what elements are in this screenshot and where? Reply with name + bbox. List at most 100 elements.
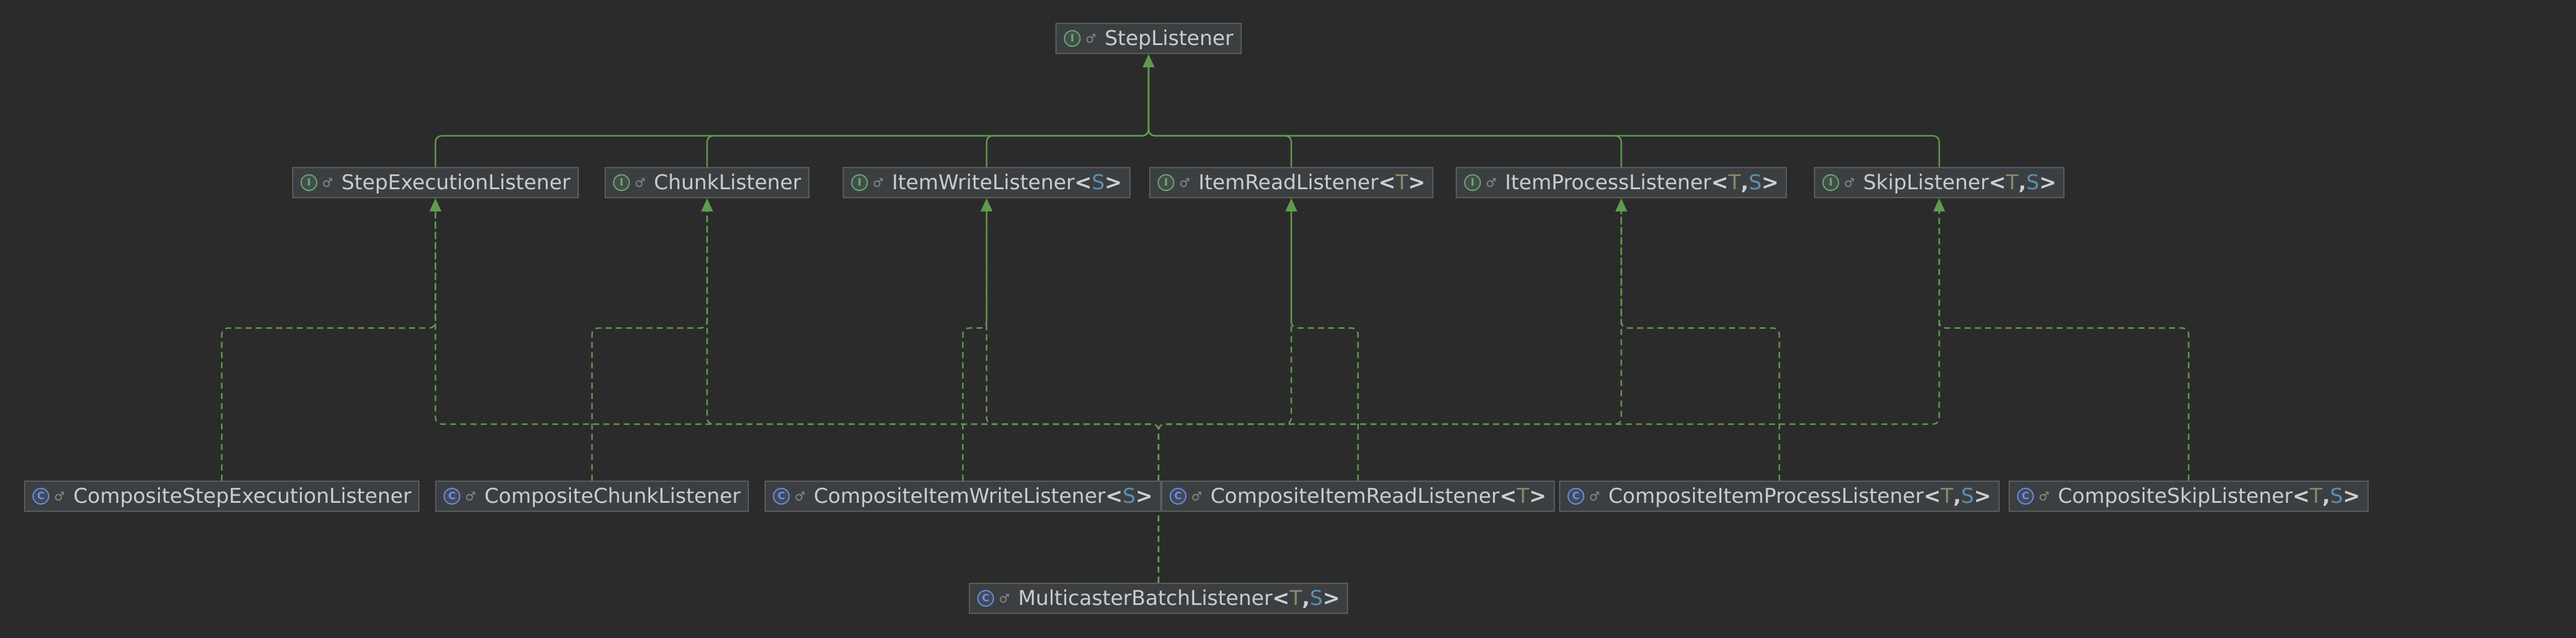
inheritance-arrowhead bbox=[1933, 198, 1946, 211]
node-item-read-listener[interactable]: I ♂ ItemReadListener < T > bbox=[1149, 167, 1434, 198]
node-item-process-listener[interactable]: I ♂ ItemProcessListener < T, S > bbox=[1456, 167, 1787, 198]
node-name: ChunkListener bbox=[653, 171, 801, 195]
edge-extends bbox=[1147, 67, 1622, 167]
type-param-open: < bbox=[1074, 171, 1092, 195]
node-chunk-listener[interactable]: I ♂ ChunkListener bbox=[605, 167, 810, 198]
type-param-separator: , bbox=[1302, 586, 1310, 610]
type-param: S bbox=[1091, 171, 1105, 195]
visibility-icon: ♂ bbox=[54, 489, 65, 503]
visibility-icon: ♂ bbox=[1085, 31, 1096, 46]
type-param-open: < bbox=[2292, 484, 2310, 508]
type-param-close: > bbox=[2343, 484, 2360, 508]
interface-badge-icon: I bbox=[1464, 174, 1481, 191]
node-multicaster-batch-listener[interactable]: C ♂ MulticasterBatchListener < T, S > bbox=[969, 583, 1349, 614]
node-name: ItemProcessListener bbox=[1504, 171, 1712, 195]
class-badge-icon: C bbox=[444, 488, 460, 505]
type-param-separator: , bbox=[1741, 171, 1749, 195]
node-name: MulticasterBatchListener bbox=[1018, 586, 1273, 610]
node-composite-chunk-listener[interactable]: C ♂ CompositeChunkListener bbox=[435, 481, 749, 512]
node-name: StepListener bbox=[1104, 26, 1234, 50]
interface-badge-icon: I bbox=[301, 174, 317, 191]
type-param: T bbox=[1289, 586, 1302, 610]
node-name: CompositeItemProcessListener bbox=[1608, 484, 1924, 508]
type-param-close: > bbox=[1135, 484, 1153, 508]
type-param-close: > bbox=[1322, 586, 1340, 610]
type-param: S bbox=[2026, 171, 2039, 195]
node-composite-step-execution-listener[interactable]: C ♂ CompositeStepExecutionListener bbox=[24, 481, 420, 512]
inheritance-arrowhead bbox=[1143, 54, 1155, 67]
type-param: T bbox=[1728, 171, 1741, 195]
edge-extends bbox=[986, 67, 1150, 167]
edge-implements bbox=[986, 211, 1159, 583]
type-param: T bbox=[1941, 484, 1953, 508]
node-composite-item-write-listener[interactable]: C ♂ CompositeItemWriteListener < S > bbox=[765, 481, 1161, 512]
node-name: CompositeChunkListener bbox=[484, 484, 741, 508]
visibility-icon: ♂ bbox=[465, 489, 476, 503]
class-badge-icon: C bbox=[1567, 488, 1584, 505]
visibility-icon: ♂ bbox=[322, 175, 333, 190]
type-param-open: < bbox=[1711, 171, 1729, 195]
type-param-separator: , bbox=[2018, 171, 2027, 195]
type-param-open: < bbox=[1105, 484, 1123, 508]
visibility-icon: ♂ bbox=[1486, 175, 1497, 190]
node-name: ItemWriteListener bbox=[891, 171, 1075, 195]
edge-implements bbox=[221, 211, 436, 481]
visibility-icon: ♂ bbox=[795, 489, 805, 503]
type-param: T bbox=[1516, 484, 1530, 508]
node-composite-skip-listener[interactable]: C ♂ CompositeSkipListener < T, S > bbox=[2009, 481, 2369, 512]
node-step-listener[interactable]: I ♂ StepListener bbox=[1055, 23, 1242, 54]
inheritance-arrowhead bbox=[429, 198, 442, 211]
edge-implements bbox=[706, 211, 1159, 583]
inheritance-arrowhead bbox=[1615, 198, 1628, 211]
node-name: CompositeSkipListener bbox=[2057, 484, 2293, 508]
type-param: S bbox=[1748, 171, 1762, 195]
type-param-open: < bbox=[1500, 484, 1517, 508]
visibility-icon: ♂ bbox=[1589, 489, 1600, 503]
interface-badge-icon: I bbox=[1822, 174, 1839, 191]
edge-implements bbox=[1938, 211, 2190, 481]
node-composite-item-process-listener[interactable]: C ♂ CompositeItemProcessListener < T, S > bbox=[1559, 481, 2000, 512]
type-param-open: < bbox=[1272, 586, 1290, 610]
type-param-close: > bbox=[1761, 171, 1779, 195]
edge-implements bbox=[1158, 211, 1940, 583]
type-param-close: > bbox=[1408, 171, 1426, 195]
type-param-open: < bbox=[1989, 171, 2006, 195]
visibility-icon: ♂ bbox=[1191, 489, 1202, 503]
edge-implements bbox=[435, 211, 1159, 583]
edge-implements bbox=[1158, 211, 1292, 583]
type-param-separator: , bbox=[2322, 484, 2330, 508]
edge-implements bbox=[1158, 211, 1622, 583]
inheritance-arrowhead bbox=[980, 198, 993, 211]
type-param-separator: , bbox=[1953, 484, 1961, 508]
interface-badge-icon: I bbox=[613, 174, 630, 191]
edge-implements bbox=[1290, 211, 1359, 481]
class-badge-icon: C bbox=[2017, 488, 2034, 505]
node-step-execution-listener[interactable]: I ♂ StepExecutionListener bbox=[292, 167, 579, 198]
edge-extends bbox=[706, 67, 1150, 167]
type-param-close: > bbox=[1974, 484, 1991, 508]
visibility-icon: ♂ bbox=[2039, 489, 2050, 503]
edge-implements bbox=[591, 211, 708, 481]
inheritance-arrowhead bbox=[1285, 198, 1298, 211]
type-param-close: > bbox=[1105, 171, 1122, 195]
interface-badge-icon: I bbox=[1158, 174, 1174, 191]
edge-extends bbox=[1147, 67, 1940, 167]
node-composite-item-read-listener[interactable]: C ♂ CompositeItemReadListener < T > bbox=[1161, 481, 1555, 512]
inheritance-arrowhead bbox=[701, 198, 713, 211]
class-badge-icon: C bbox=[977, 590, 994, 607]
edge-implements bbox=[1620, 211, 1780, 481]
edge-implements bbox=[962, 211, 987, 481]
node-item-write-listener[interactable]: I ♂ ItemWriteListener < S > bbox=[843, 167, 1131, 198]
node-name: ItemReadListener bbox=[1198, 171, 1379, 195]
visibility-icon: ♂ bbox=[1179, 175, 1190, 190]
node-skip-listener[interactable]: I ♂ SkipListener < T, S > bbox=[1814, 167, 2065, 198]
class-badge-icon: C bbox=[32, 488, 49, 505]
class-badge-icon: C bbox=[773, 488, 790, 505]
node-name: CompositeStepExecutionListener bbox=[73, 484, 412, 508]
type-param: T bbox=[1396, 171, 1408, 195]
edge-extends bbox=[435, 67, 1150, 167]
type-param: S bbox=[1961, 484, 1974, 508]
inheritance-edges bbox=[221, 54, 2190, 583]
node-name: CompositeItemWriteListener bbox=[813, 484, 1106, 508]
edge-extends bbox=[1147, 67, 1292, 167]
